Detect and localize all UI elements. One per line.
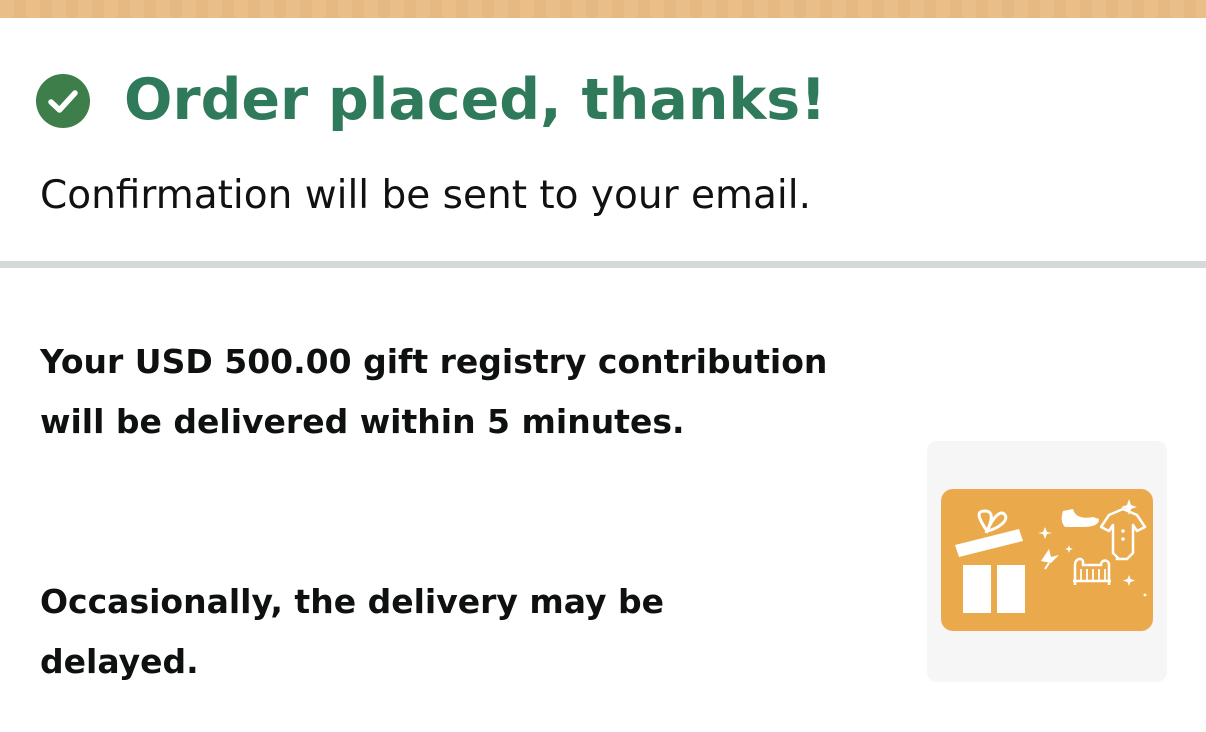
page-title: Order placed, thanks! bbox=[124, 67, 827, 133]
section-divider bbox=[0, 261, 1206, 268]
delay-notice: Occasionally, the delivery may be delaye… bbox=[40, 582, 665, 681]
gift-card-thumbnail bbox=[927, 441, 1167, 682]
confirmation-header: Order placed, thanks! Confirmation will … bbox=[0, 18, 1206, 261]
order-confirmation-page: Order placed, thanks! Confirmation will … bbox=[0, 0, 1206, 732]
check-circle-icon bbox=[36, 74, 90, 128]
confirmation-subtitle: Confirmation will be sent to your email. bbox=[40, 173, 811, 218]
top-decorative-band bbox=[0, 0, 1206, 18]
gift-registry-card-image bbox=[941, 489, 1153, 631]
delivery-message: Your USD 500.00 gift registry contributi… bbox=[40, 342, 828, 441]
